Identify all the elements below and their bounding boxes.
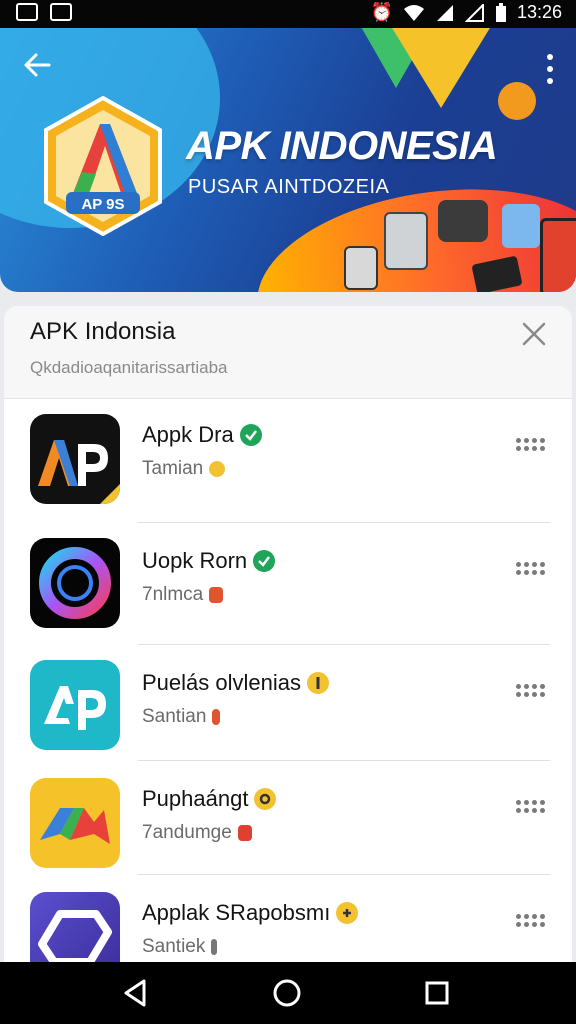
gear-badge-icon (254, 788, 277, 810)
system-navigation-bar (0, 962, 576, 1024)
app-name-text: Puelás olvlenias (142, 670, 301, 695)
wifi-icon (403, 4, 424, 21)
logo-text: AP 9S (81, 196, 124, 213)
app-subtitle-text: Tamian (142, 458, 204, 479)
card-header: APK Indonsia Qkdadioaqanitarissartiaba (4, 306, 572, 399)
battery-icon (495, 2, 506, 22)
app-subtitle: Santian (142, 706, 221, 728)
verified-check-icon (239, 424, 262, 446)
card-title: APK Indonsia (30, 318, 176, 345)
overflow-menu-button[interactable] (516, 800, 546, 814)
ap-logo-icon (30, 414, 120, 504)
status-chip-icon (212, 709, 221, 725)
hero-subtitle: PUSAR AINTDOZEIA (188, 176, 390, 198)
app-list-card: APK Indonsia Qkdadioaqanitarissartiaba A… (4, 306, 572, 1006)
signal-2-icon (464, 3, 484, 22)
app-name-text: Puphaángt (142, 786, 249, 811)
arrow-left-icon (24, 53, 51, 77)
photo-notification-icon (50, 3, 72, 21)
nav-back-button[interactable] (120, 978, 150, 1008)
overflow-menu-button[interactable] (516, 562, 546, 576)
circle-home-icon (273, 979, 301, 1007)
app-name-text: Applak SRapobsmı (142, 900, 331, 925)
speaker-gadget (344, 246, 378, 290)
app-name: Applak SRapobsmı (142, 900, 359, 926)
signal-icon (436, 4, 453, 21)
nav-home-button[interactable] (272, 978, 302, 1008)
alert-badge-icon (336, 902, 359, 924)
arrow-logo-icon (30, 778, 120, 868)
hero-title: APK INDONESIA (186, 124, 498, 168)
hero-banner: AP 9S APK INDONESIA PUSAR AINTDOZEIA (0, 28, 576, 292)
decor-triangle-yellow (386, 28, 496, 108)
app-subtitle: Santiek (142, 936, 218, 958)
more-options-button[interactable] (544, 54, 556, 84)
close-icon (522, 322, 546, 346)
app-name: Appk Dra (142, 422, 262, 448)
alarm-icon: ⏰ (370, 2, 393, 22)
search-input[interactable]: Qkdadioaqanitarissartiaba (30, 358, 228, 378)
list-item[interactable]: Uopk Rorn 7nlmca (4, 526, 572, 646)
list-item[interactable]: Puphaángt 7andumge (4, 764, 572, 884)
row-divider (138, 522, 550, 523)
square-recents-icon (425, 981, 449, 1005)
list-item[interactable]: Puelás olvlenias Santian (4, 648, 572, 768)
marker-chip-icon (211, 939, 218, 955)
info-badge-icon (306, 672, 329, 694)
list-item[interactable]: Appk Dra Tamian (4, 398, 572, 518)
app-name-text: Appk Dra (142, 422, 234, 447)
row-divider (138, 760, 550, 761)
app-name-text: Uopk Rorn (142, 548, 248, 573)
apk-indonesia-logo: AP 9S (44, 96, 162, 236)
tablet-gadget (540, 218, 576, 292)
app-name: Puelás olvlenias (142, 670, 329, 696)
warning-chip-icon (209, 587, 224, 603)
app-name: Puphaángt (142, 786, 277, 812)
overflow-menu-button[interactable] (516, 684, 546, 698)
app-subtitle: Tamian (142, 458, 226, 480)
camera-gadget (438, 200, 488, 242)
clock: 13:26 (516, 2, 562, 22)
overflow-menu-button[interactable] (516, 438, 546, 452)
ball-gadget (498, 82, 536, 120)
app-subtitle-text: Santiek (142, 936, 206, 957)
app-subtitle-text: 7andumge (142, 822, 232, 843)
app-subtitle-text: Santian (142, 706, 207, 727)
app-name: Uopk Rorn (142, 548, 276, 574)
overflow-menu-button[interactable] (516, 914, 546, 928)
app-subtitle-text: 7nlmca (142, 584, 204, 605)
back-button[interactable] (22, 50, 58, 86)
pencil-cup-gadget (502, 204, 540, 248)
close-button[interactable] (520, 320, 548, 348)
app-subtitle: 7nlmca (142, 584, 224, 606)
verified-check-icon (253, 550, 276, 572)
app-subtitle: 7andumge (142, 822, 252, 844)
row-divider (138, 644, 550, 645)
image-notification-icon (16, 3, 38, 21)
ap-teal-logo-icon (30, 660, 120, 750)
nav-recents-button[interactable] (422, 978, 452, 1008)
rating-badge-icon (209, 461, 226, 477)
status-bar: ⏰ 13:26 (0, 0, 576, 28)
triangle-back-icon (124, 979, 146, 1007)
row-divider (138, 874, 550, 875)
ring-logo-icon (30, 538, 120, 628)
router-gadget (384, 212, 428, 270)
flag-chip-icon (237, 825, 252, 841)
